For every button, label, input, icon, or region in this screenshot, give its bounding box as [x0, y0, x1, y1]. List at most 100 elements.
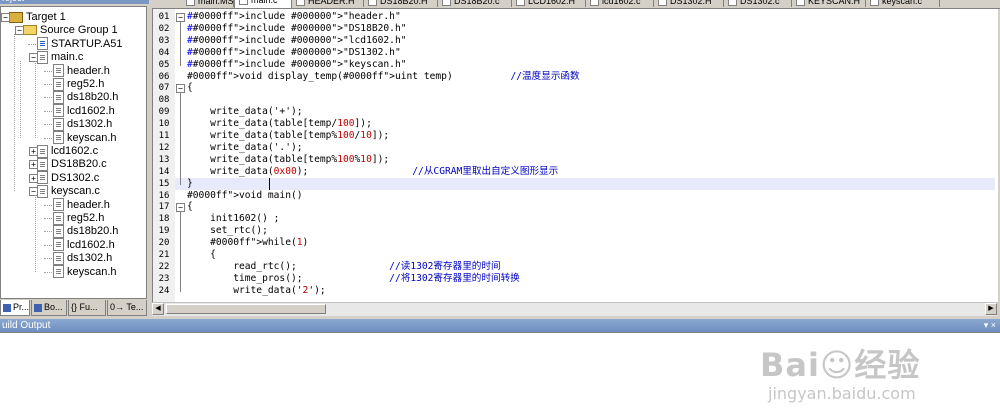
tree-item-label: Target 1: [26, 11, 66, 23]
tree-connector: [44, 271, 52, 273]
tree-connector: [44, 137, 52, 139]
editor-tab-label: KEYSCAN.H: [808, 0, 861, 6]
fold-toggle-icon[interactable]: −: [176, 84, 185, 94]
code-line: time_pros(); //将1302寄存器里的时间转换: [187, 272, 520, 284]
line-number: 01: [158, 12, 170, 22]
tree-file[interactable]: keyscan.h: [53, 265, 117, 279]
project-tree[interactable]: Target 1− Source Group 1− STARTUP.A51 main.…: [0, 6, 147, 299]
tree-file[interactable]: header.h: [53, 198, 110, 212]
line-number: 18: [158, 214, 170, 225]
line-number: 19: [158, 226, 170, 237]
line-number: 21: [158, 250, 170, 260]
tree-connector: [44, 258, 52, 260]
tree-connector: [20, 60, 21, 138]
scrollbar-thumb[interactable]: [166, 304, 326, 314]
tree-file[interactable]: STARTUP.A51: [37, 37, 123, 51]
fold-toggle-icon[interactable]: −: [176, 203, 185, 213]
tree-file[interactable]: ds1302.h: [53, 251, 112, 265]
editor-tab[interactable]: KEYSCAN.H: [792, 0, 866, 7]
file-tab-icon: [516, 0, 525, 7]
file-icon: [53, 104, 64, 118]
file-tab-icon: [186, 0, 195, 7]
fold-guide: [180, 212, 181, 292]
tree-group[interactable]: Source Group 1: [23, 23, 118, 37]
tree-file[interactable]: reg52.h: [53, 211, 104, 225]
editor-tab-label: DS1302.H: [670, 0, 712, 6]
tree-file[interactable]: DS1302.c: [37, 171, 99, 185]
file-icon: [37, 157, 48, 171]
editor-tab[interactable]: DS18B20.H: [364, 0, 438, 7]
collapse-icon[interactable]: −: [1, 13, 10, 22]
code-line: {: [187, 249, 216, 260]
file-tab-icon: [239, 0, 248, 6]
code-line: write_data('.');: [187, 141, 303, 153]
watermark-logo: Bai☺经验: [760, 346, 921, 384]
line-number: 07: [158, 83, 170, 94]
editor-tab[interactable]: lcd1602.c: [586, 0, 654, 7]
tree-item-label: lcd1602.h: [67, 104, 115, 117]
tree-file[interactable]: ds18b20.h: [53, 90, 118, 104]
code-editor[interactable]: 01 02 03 04 05 06 07 08 09 10 11 12 13 14 15 16 17 18 19 20…: [152, 9, 998, 302]
file-tab-icon: [590, 0, 599, 7]
line-number: 15: [158, 178, 170, 189]
editor-tab[interactable]: main.MS: [182, 0, 234, 7]
line-number: 02: [158, 23, 170, 34]
tab-project[interactable]: Pr...: [0, 300, 30, 316]
file-tab-icon: [728, 0, 737, 7]
scroll-left-button[interactable]: ◀: [152, 303, 164, 315]
editor-tab[interactable]: DS1302.c: [724, 0, 792, 7]
file-icon: [53, 265, 64, 279]
editor-tab[interactable]: keyscan.c: [866, 0, 940, 7]
line-number: 23: [158, 273, 170, 284]
tree-file[interactable]: ds1302.h: [53, 117, 112, 131]
editor-tab[interactable]: DS1302.H: [654, 0, 724, 7]
expand-icon[interactable]: +: [29, 160, 38, 170]
editor-tab[interactable]: HEADER.H: [292, 0, 364, 7]
tree-file[interactable]: reg52.h: [53, 77, 104, 91]
tree-file[interactable]: DS18B20.c: [37, 157, 107, 171]
line-number: 03: [158, 35, 170, 46]
line-number: 20: [158, 238, 170, 249]
code-line: ##0000ff">include #000000">"lcd1602.h": [187, 34, 407, 46]
tree-file[interactable]: lcd1602.c: [37, 144, 98, 158]
tree-file[interactable]: keyscan.c: [37, 184, 100, 198]
expand-icon[interactable]: +: [29, 173, 38, 183]
file-icon: [53, 64, 64, 78]
build-output-controls[interactable]: ▾ ×: [984, 319, 996, 332]
horizontal-scrollbar[interactable]: ◀ ▶: [152, 302, 997, 316]
code-line: init1602() ;: [187, 213, 280, 225]
collapse-icon[interactable]: −: [29, 187, 38, 197]
scroll-right-button[interactable]: ▶: [985, 303, 997, 315]
code-line: set_rtc();: [187, 225, 268, 237]
tree-item-label: main.c: [51, 51, 84, 64]
tree-file[interactable]: main.c: [37, 50, 83, 64]
collapse-icon[interactable]: −: [15, 26, 24, 36]
tree-target[interactable]: Target 1: [9, 10, 66, 24]
tree-file[interactable]: lcd1602.h: [53, 238, 115, 252]
tab-functions[interactable]: {} Fu...: [68, 300, 106, 316]
editor-tab[interactable]: LCD1602.H: [512, 0, 586, 7]
tab-books[interactable]: Bo...: [31, 300, 67, 316]
tree-item-label: reg52.h: [67, 78, 105, 90]
tree-file[interactable]: keyscan.h: [53, 131, 117, 145]
tab-templates[interactable]: 0→ Te...: [107, 300, 147, 316]
tree-file[interactable]: ds18b20.h: [53, 224, 118, 238]
fold-toggle-icon[interactable]: −: [176, 13, 185, 22]
code-line: write_data(0x00); //从CGRAM里取出自定义图形显示: [187, 165, 559, 177]
tree-file[interactable]: header.h: [53, 64, 110, 78]
editor-tab[interactable]: DS18B20.c: [438, 0, 512, 7]
tree-item-label: DS1302.c: [51, 171, 100, 184]
editor-tab[interactable]: main.c: [234, 0, 292, 8]
tree-connector: [44, 244, 52, 246]
expand-icon[interactable]: +: [29, 147, 38, 156]
collapse-icon[interactable]: −: [29, 53, 38, 63]
tree-file[interactable]: lcd1602.h: [53, 104, 115, 118]
tree-item-label: ds1302.h: [67, 252, 113, 265]
target-icon: [9, 11, 23, 23]
editor-tab-label: keyscan.c: [882, 0, 923, 6]
tree-item-label: STARTUP.A51: [51, 37, 123, 50]
text-caret: [269, 178, 270, 190]
tree-item-label: keyscan.c: [51, 185, 100, 198]
file-icon: [53, 77, 64, 91]
line-number: 12: [158, 142, 170, 153]
